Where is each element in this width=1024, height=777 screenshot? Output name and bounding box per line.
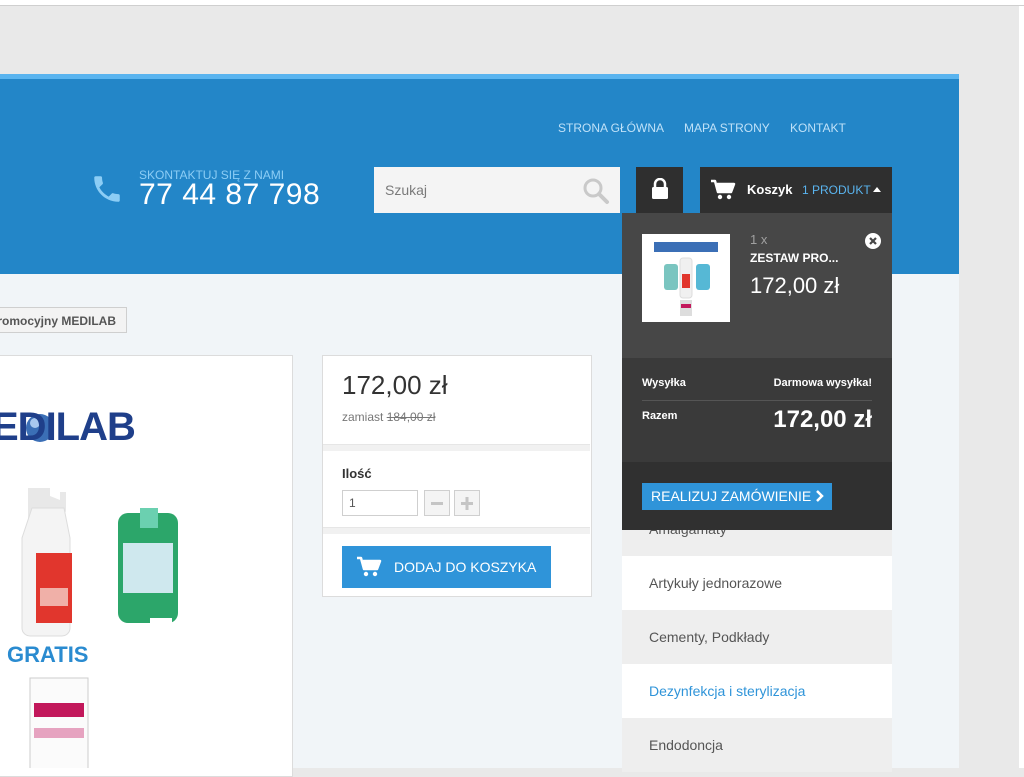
browser-top-bar — [0, 0, 1024, 6]
shipping-value: Darmowa wysyłka! — [773, 377, 872, 389]
product-thumbnail-image — [654, 242, 718, 316]
quantity-input[interactable] — [342, 490, 418, 516]
category-item[interactable]: Artykuły jednorazowe — [622, 556, 892, 610]
cart-item-quantity: 1 x — [750, 232, 768, 247]
search-input[interactable] — [374, 167, 585, 213]
account-button[interactable] — [636, 167, 683, 213]
checkout-button[interactable]: REALIZUJ ZAMÓWIENIE — [642, 483, 832, 510]
minus-icon — [431, 502, 443, 505]
cart-dropdown: 1 x ZESTAW PRO... 172,00 zł Wysyłka Darm… — [622, 213, 892, 530]
phone-number[interactable]: 77 44 87 798 — [139, 178, 320, 212]
page-edge — [1019, 6, 1024, 768]
caret-up-icon — [873, 187, 881, 192]
product-price: 172,00 zł — [342, 370, 448, 400]
add-to-cart-button[interactable]: DODAJ DO KOSZYKA — [342, 546, 551, 588]
add-to-cart-label: DODAJ DO KOSZYKA — [394, 559, 537, 575]
cart-count: 1 PRODUKT — [802, 183, 871, 197]
brand-logo-text: EDILAB — [0, 405, 136, 449]
total-value: 172,00 zł — [773, 406, 872, 433]
divider — [323, 527, 590, 534]
close-icon — [869, 237, 877, 245]
category-item[interactable]: Endodoncja — [622, 718, 892, 772]
category-item[interactable]: Cementy, Podkłady — [622, 610, 892, 664]
total-label: Razem — [642, 410, 678, 422]
nav-contact-link[interactable]: KONTAKT — [790, 121, 846, 135]
search-icon[interactable] — [582, 177, 610, 205]
search-box — [374, 167, 620, 213]
cart-icon — [711, 179, 736, 200]
quantity-increase-button[interactable] — [454, 490, 480, 516]
remove-item-button[interactable] — [865, 233, 881, 249]
breadcrumb-label: romocyjny MEDILAB — [0, 314, 116, 328]
cart-icon — [357, 556, 382, 577]
old-price-prefix: zamiast — [342, 410, 384, 424]
cart-item-name[interactable]: ZESTAW PRO... — [750, 251, 838, 265]
gratis-label: GRATIS — [7, 642, 89, 667]
category-item-active[interactable]: Dezynfekcja i sterylizacja — [622, 664, 892, 718]
divider — [323, 444, 590, 451]
cart-label: Koszyk — [747, 182, 793, 197]
cart-button[interactable]: Koszyk 1 PRODUKT — [700, 167, 892, 213]
nav-sitemap-link[interactable]: MAPA STRONY — [684, 121, 770, 135]
quantity-label: Ilość — [342, 466, 372, 481]
plus-icon — [461, 497, 473, 510]
cart-item-price: 172,00 zł — [750, 273, 840, 298]
cart-item-thumbnail[interactable] — [642, 234, 730, 322]
chevron-right-icon — [816, 490, 824, 502]
shipping-label: Wysyłka — [642, 377, 686, 389]
phone-icon — [94, 176, 120, 202]
old-price: zamiast 184,00 zł — [342, 410, 435, 424]
nav-home-link[interactable]: STRONA GŁÓWNA — [558, 121, 664, 135]
old-price-value: 184,00 zł — [386, 410, 436, 424]
quantity-decrease-button[interactable] — [424, 490, 450, 516]
lock-icon — [652, 178, 668, 199]
divider — [642, 400, 872, 401]
breadcrumb[interactable]: romocyjny MEDILAB — [0, 307, 127, 333]
checkout-label: REALIZUJ ZAMÓWIENIE — [651, 488, 812, 504]
